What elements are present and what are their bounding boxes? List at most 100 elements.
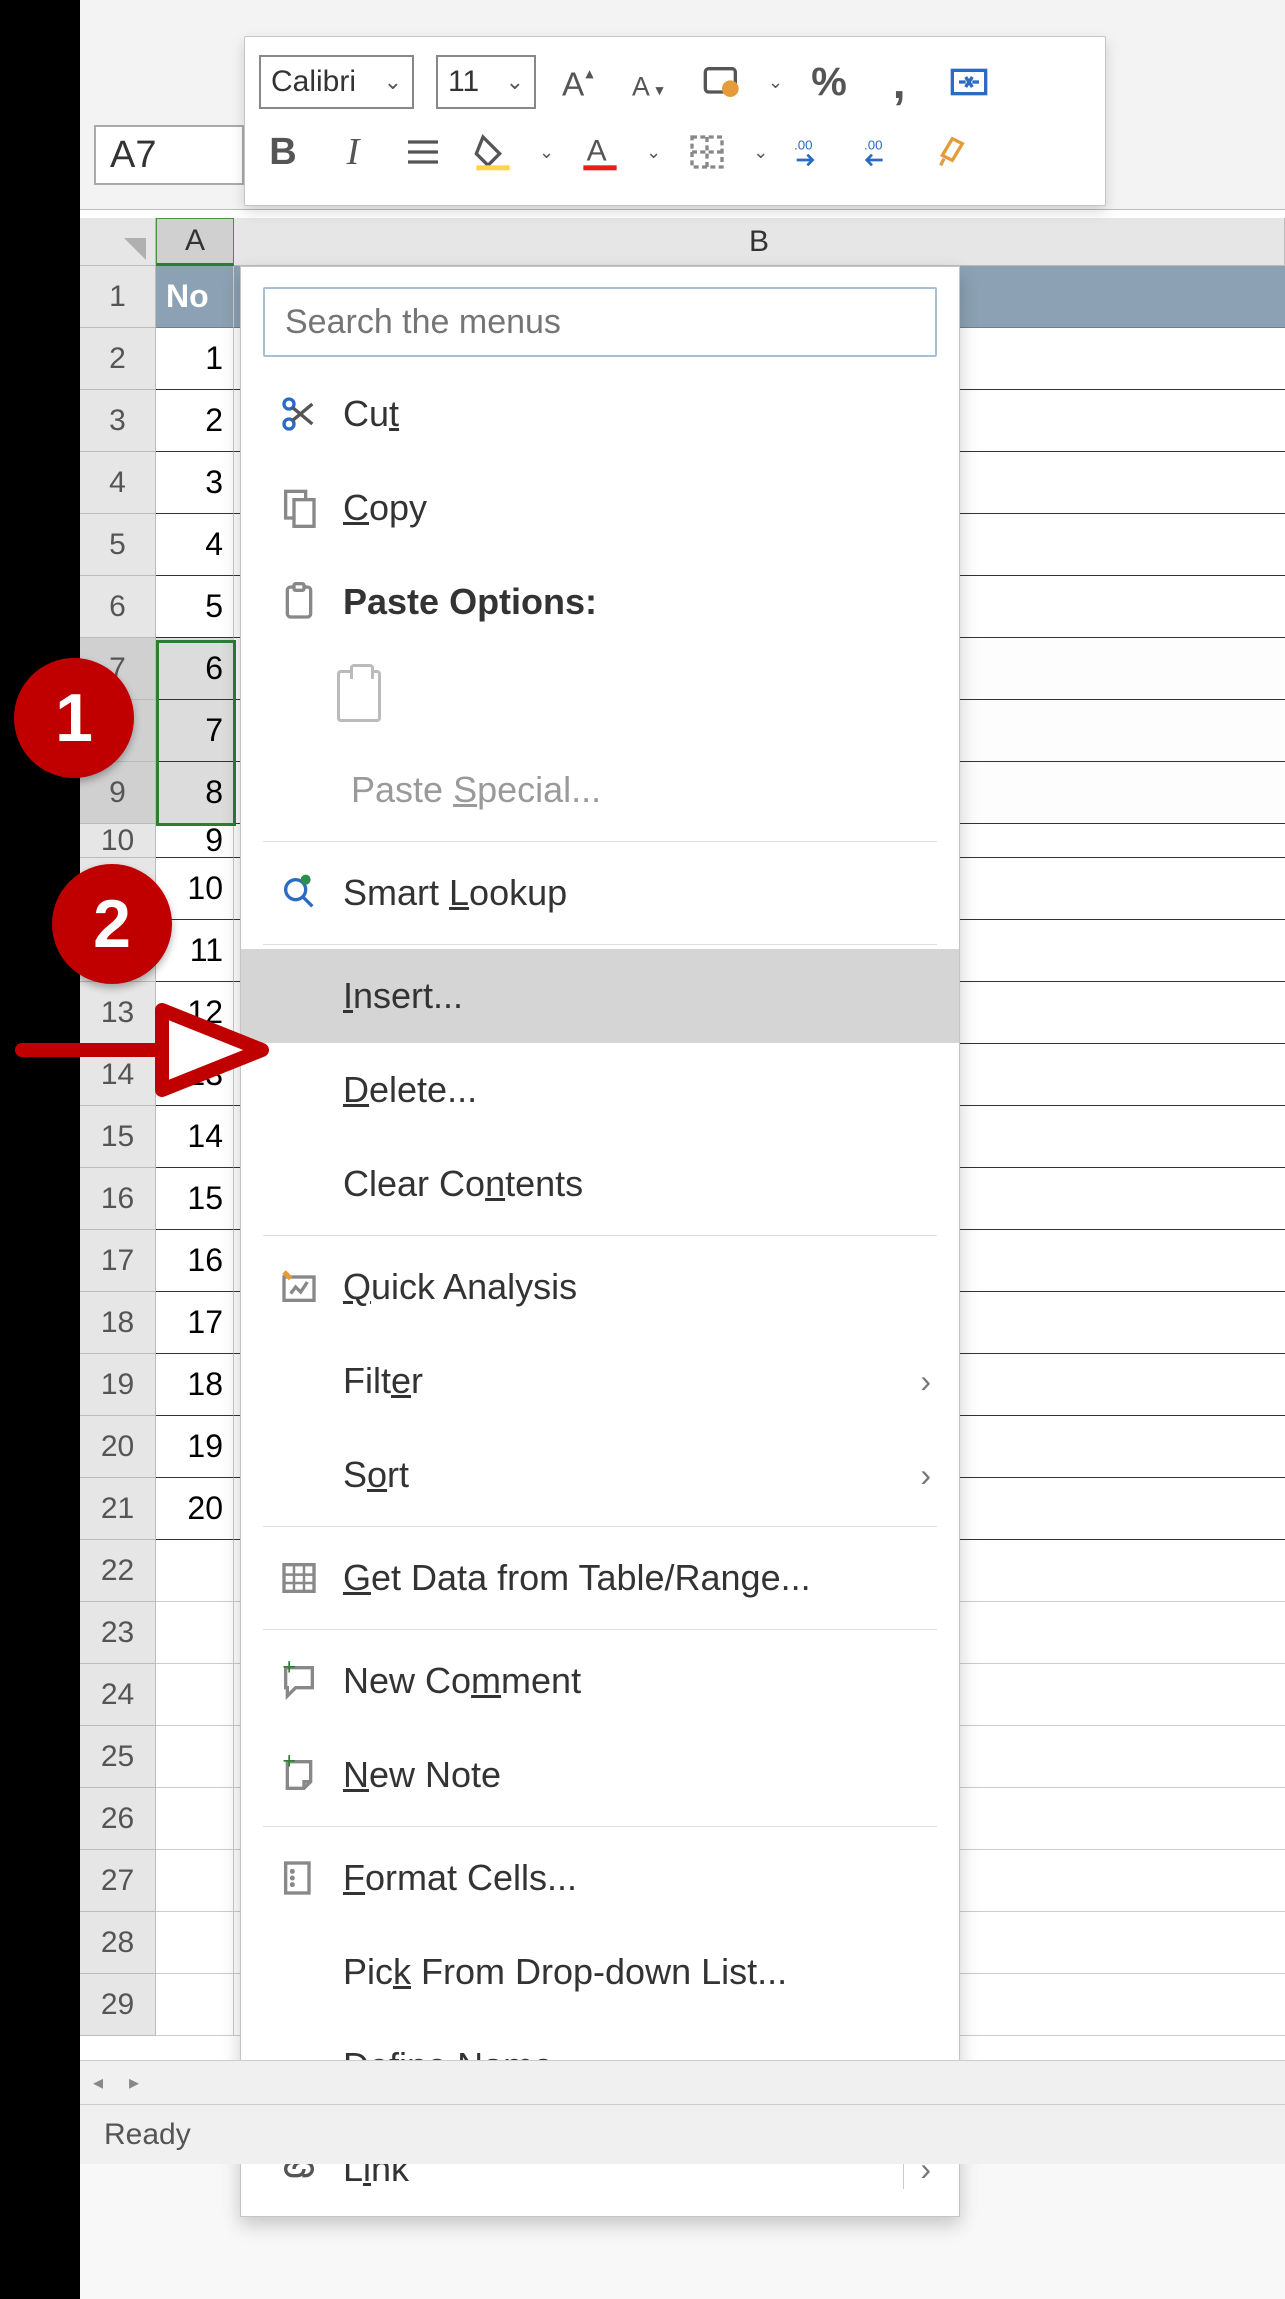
font-name-combo[interactable]: Calibri⌄ (259, 55, 414, 109)
fill-color-icon[interactable] (469, 128, 517, 176)
row-header[interactable]: 19 (80, 1354, 156, 1416)
menu-clear-contents[interactable]: Clear Contents (241, 1137, 959, 1231)
menu-get-data[interactable]: Get Data from Table/Range... (241, 1531, 959, 1625)
comma-icon[interactable]: , (875, 58, 923, 106)
font-color-icon[interactable]: A (576, 128, 624, 176)
cell[interactable]: 4 (156, 514, 234, 576)
chevron-down-icon[interactable]: ⌄ (646, 142, 661, 163)
cell[interactable] (156, 1850, 234, 1912)
row-header[interactable]: 28 (80, 1912, 156, 1974)
row-header[interactable]: 20 (80, 1416, 156, 1478)
cell[interactable]: 17 (156, 1292, 234, 1354)
row-header[interactable]: 22 (80, 1540, 156, 1602)
row-header[interactable]: 24 (80, 1664, 156, 1726)
cell[interactable]: 5 (156, 576, 234, 638)
bold-icon[interactable]: B (259, 128, 307, 176)
row-header[interactable]: 21 (80, 1478, 156, 1540)
chevron-down-icon[interactable]: ⌄ (768, 72, 783, 93)
cell[interactable] (156, 1788, 234, 1850)
row-header[interactable]: 29 (80, 1974, 156, 2036)
cell[interactable]: No (156, 266, 234, 328)
row-header[interactable]: 2 (80, 328, 156, 390)
font-size-combo[interactable]: 11⌄ (436, 55, 536, 109)
menu-item-label: Paste Special... (351, 769, 931, 811)
row-header[interactable]: 17 (80, 1230, 156, 1292)
cell[interactable]: 15 (156, 1168, 234, 1230)
cell[interactable] (156, 1974, 234, 2036)
row-header[interactable]: 15 (80, 1106, 156, 1168)
row-header[interactable]: 3 (80, 390, 156, 452)
cell[interactable]: 8 (156, 762, 234, 824)
menu-new-note[interactable]: + New Note (241, 1728, 959, 1822)
row-header[interactable]: 16 (80, 1168, 156, 1230)
cell[interactable] (156, 1664, 234, 1726)
cell[interactable]: 2 (156, 390, 234, 452)
menu-item-label: Insert... (343, 975, 931, 1017)
cell[interactable]: 7 (156, 700, 234, 762)
column-headers: A B (80, 218, 1285, 266)
name-box-value: A7 (110, 134, 156, 177)
menu-filter[interactable]: Filter › (241, 1334, 959, 1428)
row-header[interactable]: 10 (80, 824, 156, 858)
cell[interactable]: 14 (156, 1106, 234, 1168)
chevron-down-icon[interactable]: ⌄ (539, 142, 554, 163)
increase-font-icon[interactable]: A▴ (558, 58, 606, 106)
row-header[interactable]: 6 (80, 576, 156, 638)
column-header-b[interactable]: B (234, 218, 1285, 266)
cell[interactable]: 16 (156, 1230, 234, 1292)
menu-search-input[interactable] (285, 303, 915, 342)
menu-item-label: New Note (343, 1754, 931, 1796)
row-header[interactable]: 4 (80, 452, 156, 514)
menu-sort[interactable]: Sort › (241, 1428, 959, 1522)
menu-copy[interactable]: Copy (241, 461, 959, 555)
svg-text:▾: ▾ (655, 80, 664, 99)
borders-icon[interactable] (683, 128, 731, 176)
cell[interactable]: 6 (156, 638, 234, 700)
cell[interactable]: 9 (156, 824, 234, 858)
menu-new-comment[interactable]: + New Comment (241, 1634, 959, 1728)
row-header[interactable]: 25 (80, 1726, 156, 1788)
row-header[interactable]: 27 (80, 1850, 156, 1912)
decrease-font-icon[interactable]: A▾ (628, 58, 676, 106)
cell[interactable]: 19 (156, 1416, 234, 1478)
menu-divider (263, 1526, 937, 1527)
cell[interactable]: 3 (156, 452, 234, 514)
merge-center-icon[interactable] (945, 58, 993, 106)
increase-decimal-icon[interactable]: .00 (790, 128, 838, 176)
chevron-down-icon[interactable]: ⌄ (753, 142, 768, 163)
row-header[interactable]: 26 (80, 1788, 156, 1850)
select-all-corner[interactable] (80, 218, 156, 266)
menu-pick-list[interactable]: Pick From Drop-down List... (241, 1925, 959, 2019)
annotation-label: 1 (55, 679, 93, 757)
italic-icon[interactable]: I (329, 128, 377, 176)
percent-icon[interactable]: % (805, 58, 853, 106)
align-icon[interactable] (399, 128, 447, 176)
name-box[interactable]: A7 (94, 125, 244, 185)
column-header-a[interactable]: A (156, 218, 234, 266)
row-header[interactable]: 1 (80, 266, 156, 328)
cell[interactable] (156, 1602, 234, 1664)
menu-insert[interactable]: Insert... (241, 949, 959, 1043)
menu-smart-lookup[interactable]: Smart Lookup (241, 846, 959, 940)
row-header[interactable]: 23 (80, 1602, 156, 1664)
menu-cut[interactable]: Cut (241, 367, 959, 461)
decrease-decimal-icon[interactable]: .00 (860, 128, 908, 176)
cell[interactable]: 20 (156, 1478, 234, 1540)
cell[interactable]: 1 (156, 328, 234, 390)
row-header[interactable]: 5 (80, 514, 156, 576)
annotation-arrow (12, 990, 272, 1110)
cell[interactable] (156, 1726, 234, 1788)
format-painter-icon[interactable] (930, 128, 978, 176)
accounting-format-icon[interactable] (698, 58, 746, 106)
cell[interactable] (156, 1540, 234, 1602)
menu-format-cells[interactable]: Format Cells... (241, 1831, 959, 1925)
menu-quick-analysis[interactable]: Quick Analysis (241, 1240, 959, 1334)
scroll-left-icon[interactable]: ◂ (80, 2068, 116, 2098)
horizontal-scrollbar[interactable]: ◂ ▸ (80, 2060, 1285, 2104)
cell[interactable]: 18 (156, 1354, 234, 1416)
row-header[interactable]: 18 (80, 1292, 156, 1354)
menu-delete[interactable]: Delete... (241, 1043, 959, 1137)
cell[interactable] (156, 1912, 234, 1974)
scroll-right-icon[interactable]: ▸ (116, 2068, 152, 2098)
menu-search[interactable] (263, 287, 937, 357)
